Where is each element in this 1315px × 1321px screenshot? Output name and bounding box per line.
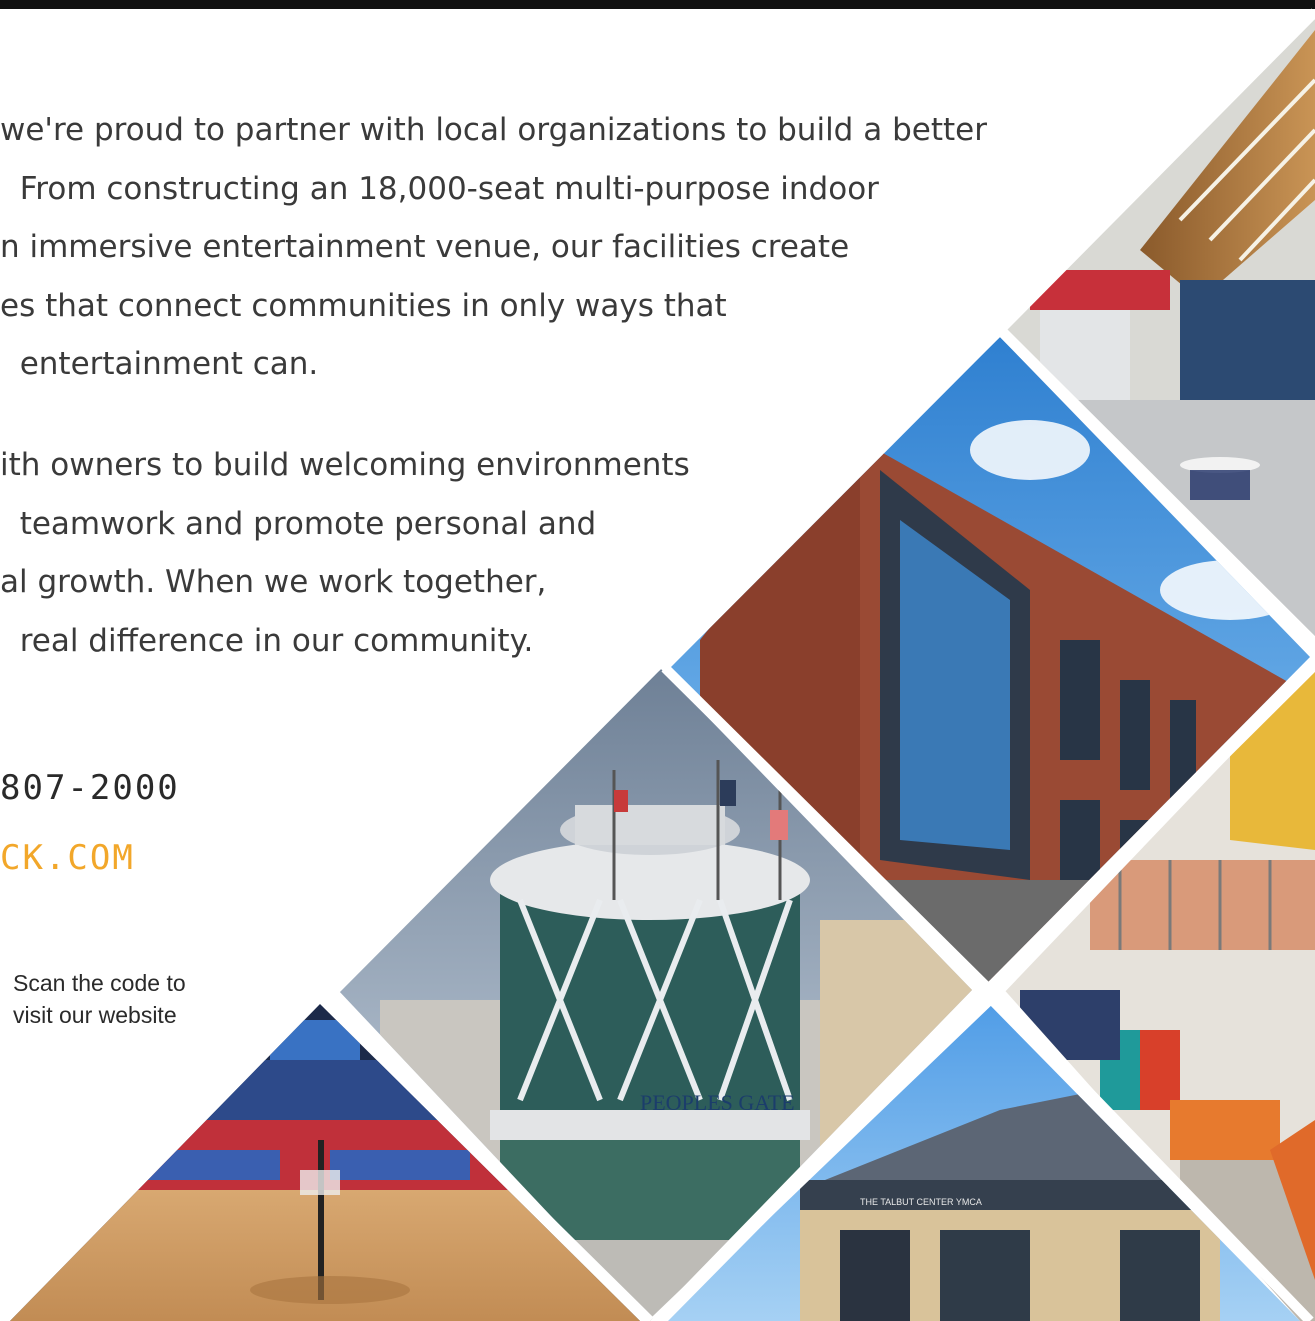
photo-collage: PEOPLES GATE THE TALBUT CENTER YMCA <box>10 8 1315 1321</box>
ymca-sign: THE TALBUT CENTER YMCA <box>860 1197 982 1207</box>
peoples-gate-sign: PEOPLES GATE <box>640 1090 795 1115</box>
